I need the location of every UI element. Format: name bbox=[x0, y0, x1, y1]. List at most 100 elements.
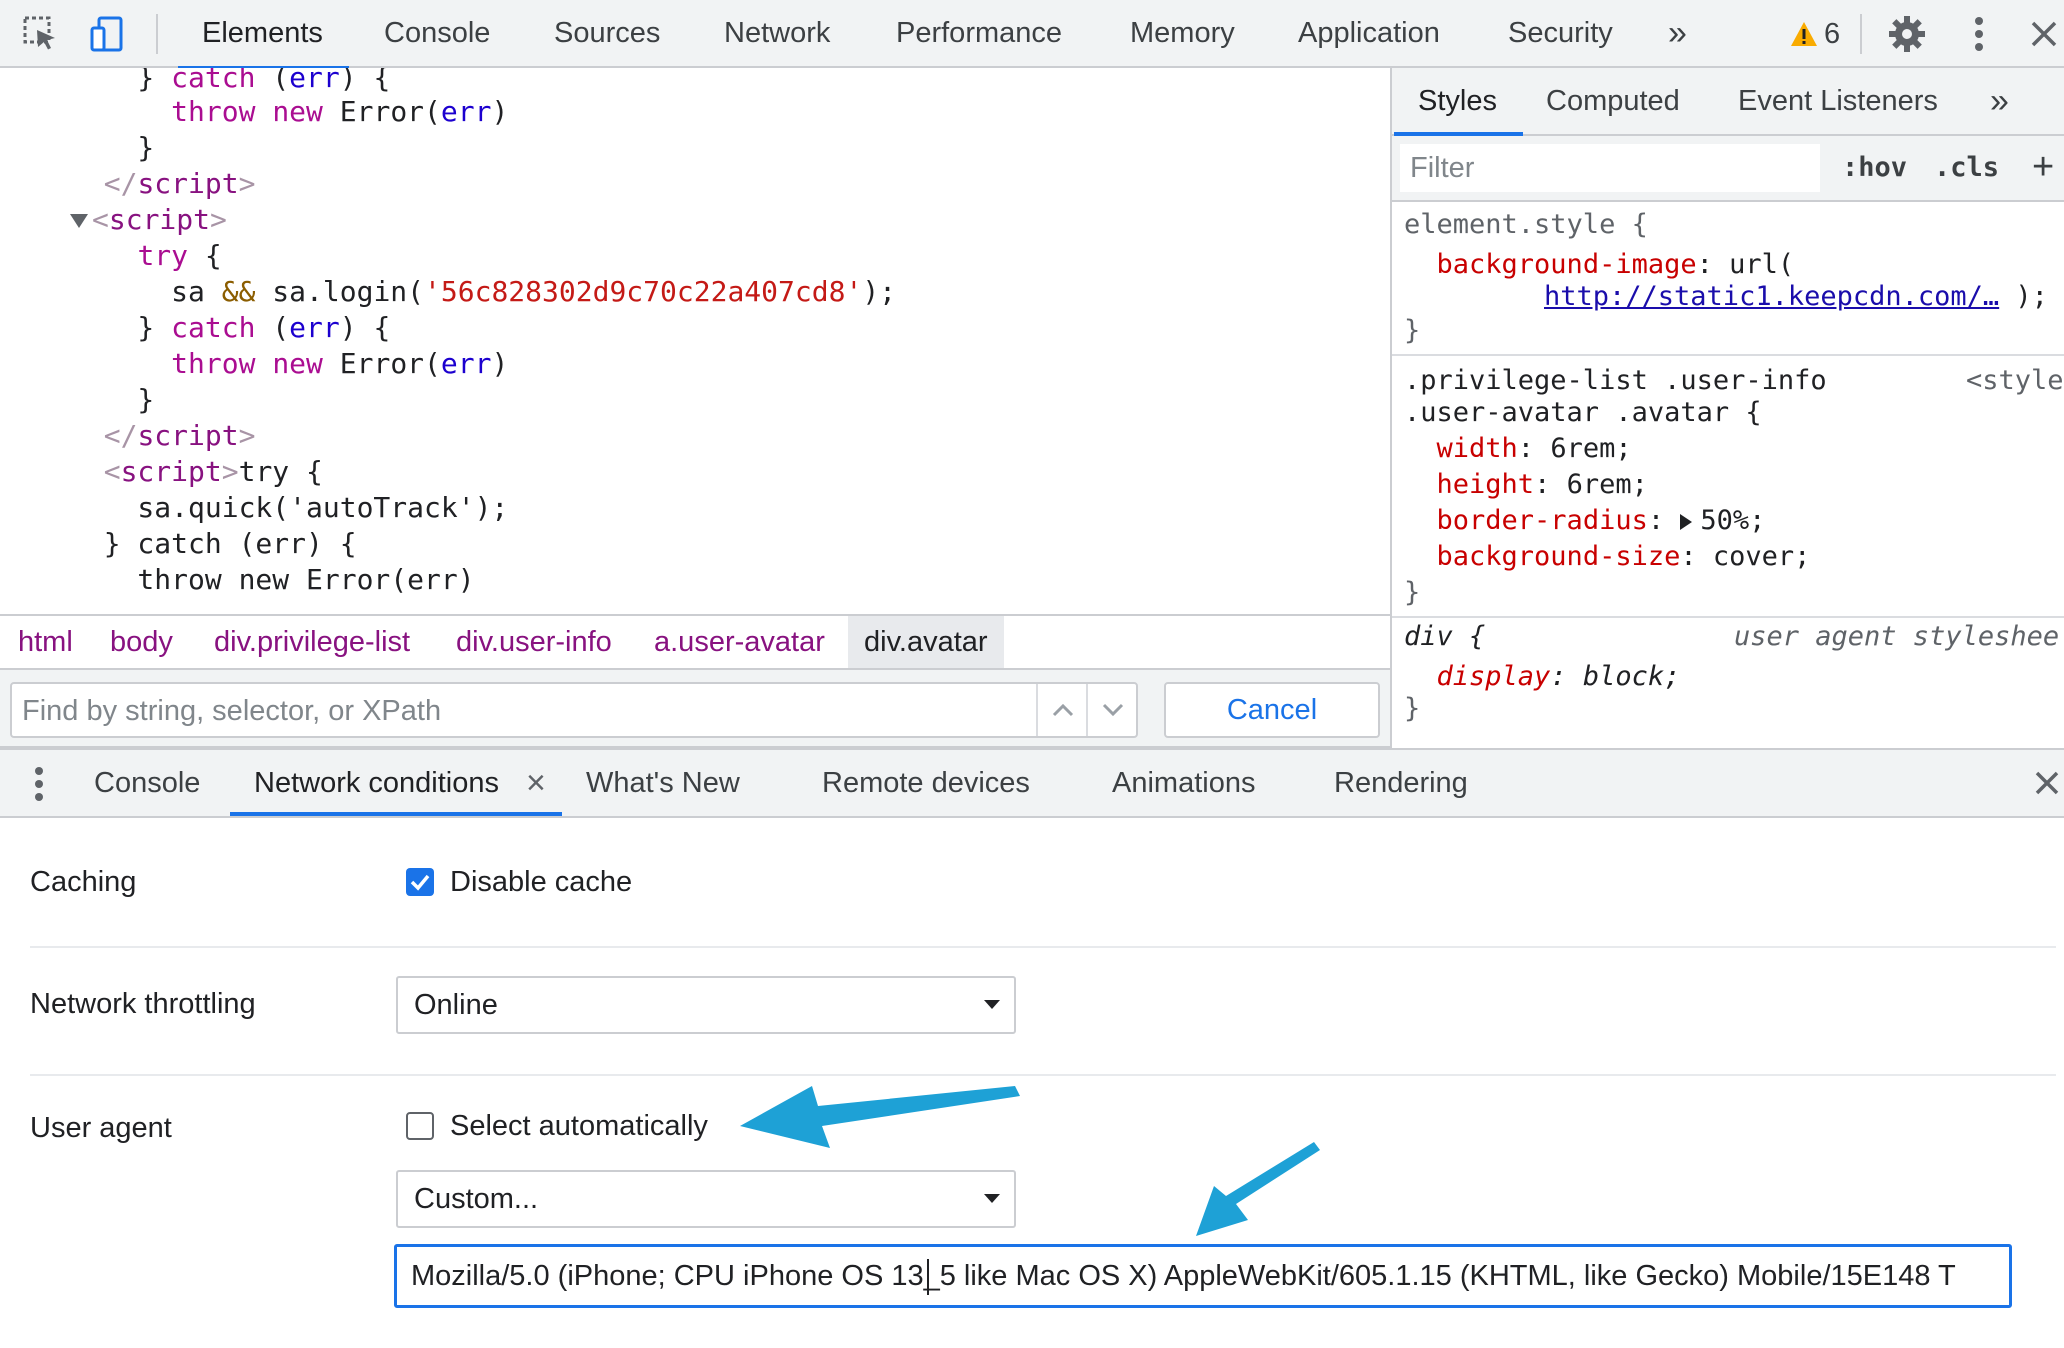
dom-tree-line[interactable]: } catch (err) { bbox=[70, 526, 357, 562]
drawer-tab-remote-devices[interactable]: Remote devices bbox=[822, 750, 1030, 816]
close-drawer-icon[interactable] bbox=[2034, 770, 2060, 796]
expand-shorthand-icon[interactable] bbox=[1680, 513, 1693, 530]
code-token: script bbox=[120, 455, 222, 488]
dom-tree-line[interactable]: </script> bbox=[70, 418, 256, 454]
device-toolbar-icon[interactable] bbox=[84, 12, 130, 56]
rule-selector: div { bbox=[1404, 621, 1486, 652]
breadcrumb-user-info[interactable]: div.user-info bbox=[456, 616, 612, 668]
drawer-tab-network-conditions[interactable]: Network conditions bbox=[254, 750, 499, 816]
tab-event-listeners[interactable]: Event Listeners bbox=[1738, 68, 1938, 134]
inspect-element-icon[interactable] bbox=[18, 12, 64, 56]
code-token: } bbox=[70, 68, 172, 94]
drawer-tab-console[interactable]: Console bbox=[94, 750, 200, 816]
dom-tree-line[interactable]: throw new Error(err) bbox=[70, 94, 508, 130]
select-automatically-label[interactable]: Select automatically bbox=[450, 1110, 708, 1143]
user-agent-select-value: Custom... bbox=[414, 1183, 539, 1215]
style-declaration[interactable]: border-radius: 50%; bbox=[1404, 504, 1766, 538]
rule-divider bbox=[1392, 354, 2064, 356]
elements-dom-tree[interactable]: } catch (err) { throw new Error(err) } <… bbox=[0, 68, 1390, 614]
property-value[interactable]: cover; bbox=[1713, 541, 1811, 572]
drawer-menu-icon[interactable] bbox=[34, 766, 44, 802]
tab-styles[interactable]: Styles bbox=[1394, 68, 1523, 136]
code-token: < bbox=[103, 455, 121, 488]
code-token: ( bbox=[255, 68, 290, 94]
breadcrumb-user-avatar[interactable]: a.user-avatar bbox=[654, 616, 825, 668]
more-sidebar-tabs-button[interactable]: » bbox=[1990, 68, 2009, 134]
more-tabs-button[interactable]: » bbox=[1668, 0, 1687, 68]
tab-elements[interactable]: Elements bbox=[178, 0, 349, 70]
dom-tree-line[interactable]: try { bbox=[70, 238, 221, 274]
dom-tree-line[interactable]: <script> bbox=[70, 202, 227, 238]
dom-tree-line[interactable]: } catch (err) { bbox=[70, 68, 390, 96]
breadcrumb-html[interactable]: html bbox=[18, 616, 73, 668]
rule-close-brace: } bbox=[1404, 315, 1421, 346]
dom-tree-line[interactable]: </script> bbox=[70, 166, 256, 202]
style-declaration[interactable]: background-size: cover; bbox=[1404, 540, 1811, 574]
tab-memory[interactable]: Memory bbox=[1130, 0, 1235, 68]
breadcrumb-avatar[interactable]: div.avatar bbox=[848, 616, 1004, 668]
cancel-button[interactable]: Cancel bbox=[1164, 682, 1380, 738]
close-devtools-icon[interactable] bbox=[2026, 12, 2062, 56]
property-name[interactable]: background-image bbox=[1437, 249, 1697, 280]
warnings-counter[interactable]: 6 bbox=[1790, 12, 1840, 56]
find-input[interactable] bbox=[20, 684, 1044, 738]
tab-security[interactable]: Security bbox=[1508, 0, 1613, 68]
dom-tree-line[interactable]: } catch (err) { bbox=[70, 310, 390, 346]
breadcrumb-privilege-list[interactable]: div.privilege-list bbox=[214, 616, 410, 668]
kebab-menu-icon[interactable] bbox=[1956, 12, 2002, 56]
user-agent-select[interactable]: Custom... bbox=[396, 1170, 1016, 1228]
tab-network[interactable]: Network bbox=[724, 0, 830, 68]
drawer-tab-animations[interactable]: Animations bbox=[1112, 750, 1255, 816]
style-declaration[interactable]: background-image: url( bbox=[1404, 248, 1795, 282]
sidebar-tabs: Styles Computed Event Listeners » bbox=[1392, 68, 2064, 136]
new-style-rule-button[interactable]: + bbox=[2032, 136, 2054, 198]
find-previous-button[interactable] bbox=[1036, 684, 1088, 736]
cls-toggle[interactable]: .cls bbox=[1934, 136, 1999, 200]
find-next-button[interactable] bbox=[1086, 684, 1138, 736]
dom-tree-line[interactable]: } bbox=[70, 382, 154, 418]
drawer-tab-whats-new[interactable]: What's New bbox=[586, 750, 740, 816]
annotation-arrow-icon bbox=[740, 1086, 1020, 1148]
code-token: > bbox=[210, 203, 227, 236]
tab-sources[interactable]: Sources bbox=[554, 0, 660, 68]
code-token: err bbox=[289, 68, 340, 94]
property-name[interactable]: width bbox=[1437, 433, 1518, 464]
dom-tree-line[interactable]: <script>try { bbox=[70, 454, 323, 490]
property-value[interactable]: 6rem; bbox=[1550, 433, 1631, 464]
hov-toggle[interactable]: :hov bbox=[1842, 136, 1907, 200]
devtools-toolbar: Elements Console Sources Network Perform… bbox=[0, 0, 2064, 70]
tab-computed[interactable]: Computed bbox=[1546, 68, 1680, 134]
code-token: script bbox=[137, 419, 239, 452]
property-value[interactable]: 50%; bbox=[1700, 505, 1765, 536]
dom-tree-line[interactable]: throw new Error(err) bbox=[70, 346, 508, 382]
dom-tree-line[interactable]: sa.quick('autoTrack'); bbox=[70, 490, 508, 526]
style-declaration[interactable]: width: 6rem; bbox=[1404, 432, 1632, 466]
rule-source-link[interactable]: <style bbox=[1966, 364, 2064, 398]
tab-console[interactable]: Console bbox=[384, 0, 490, 68]
breadcrumb-body[interactable]: body bbox=[110, 616, 173, 668]
dom-tree-line[interactable]: sa && sa.login('56c828302d9c70c22a407cd8… bbox=[70, 274, 896, 310]
background-image-url-link[interactable]: http://static1.keepcdn.com/… bbox=[1544, 281, 1999, 312]
property-name[interactable]: border-radius bbox=[1437, 505, 1648, 536]
style-declaration[interactable]: height: 6rem; bbox=[1404, 468, 1648, 502]
disable-cache-checkbox[interactable] bbox=[406, 868, 434, 896]
tab-application[interactable]: Application bbox=[1298, 0, 1440, 68]
expand-triangle-icon[interactable] bbox=[70, 214, 88, 228]
property-value[interactable]: 6rem; bbox=[1567, 469, 1648, 500]
property-value[interactable]: url( bbox=[1729, 249, 1794, 280]
dom-tree-line[interactable]: } bbox=[70, 130, 154, 166]
disable-cache-label[interactable]: Disable cache bbox=[450, 866, 632, 899]
tab-performance[interactable]: Performance bbox=[896, 0, 1062, 68]
property-name[interactable]: height bbox=[1437, 469, 1535, 500]
code-token: throw bbox=[171, 95, 256, 128]
drawer-tab-rendering[interactable]: Rendering bbox=[1334, 750, 1468, 816]
custom-user-agent-input[interactable]: Mozilla/5.0 (iPhone; CPU iPhone OS 13_5 … bbox=[394, 1244, 2012, 1308]
styles-filter-input[interactable] bbox=[1400, 144, 1820, 192]
dom-tree-line[interactable]: throw new Error(err) bbox=[70, 562, 474, 598]
close-tab-icon[interactable]: × bbox=[526, 750, 546, 816]
select-automatically-checkbox[interactable] bbox=[406, 1112, 434, 1140]
property-name[interactable]: background-size bbox=[1437, 541, 1681, 572]
network-throttling-select[interactable]: Online bbox=[396, 976, 1016, 1034]
settings-gear-icon[interactable] bbox=[1884, 12, 1930, 56]
